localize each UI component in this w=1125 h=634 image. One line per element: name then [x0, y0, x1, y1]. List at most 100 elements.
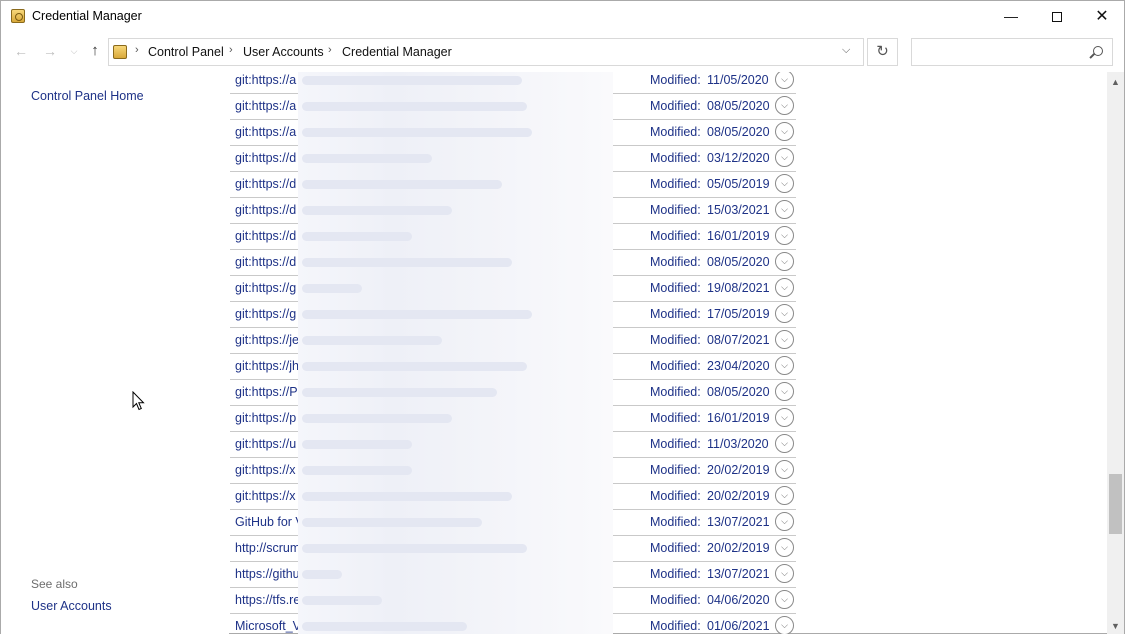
modified-date: 13/07/2021 — [707, 515, 770, 529]
expand-chevron-icon[interactable]: ⌵ — [775, 538, 794, 557]
control-panel-icon — [113, 45, 127, 59]
search-input[interactable] — [911, 38, 1113, 66]
blurred-text — [302, 466, 412, 475]
expand-chevron-icon[interactable]: ⌵ — [775, 564, 794, 583]
credential-name[interactable]: git:https://g — [235, 302, 296, 326]
left-pane: Control Panel Home See also User Account… — [1, 72, 229, 634]
vertical-scrollbar[interactable]: ▲ ▼ — [1107, 72, 1124, 634]
blurred-text — [302, 570, 342, 579]
expand-chevron-icon[interactable]: ⌵ — [775, 460, 794, 479]
credential-name[interactable]: git:https://je — [235, 328, 299, 352]
expand-chevron-icon[interactable]: ⌵ — [775, 148, 794, 167]
credential-name[interactable]: https://githu — [235, 562, 300, 586]
title-bar: Credential Manager — ✕ — [1, 1, 1124, 32]
modified-label: Modified: — [650, 489, 701, 503]
user-accounts-link[interactable]: User Accounts — [31, 599, 112, 613]
breadcrumb-separator-icon[interactable]: › — [328, 44, 332, 56]
expand-chevron-icon[interactable]: ⌵ — [775, 590, 794, 609]
credential-name[interactable]: git:https://d — [235, 146, 296, 170]
control-panel-home-link[interactable]: Control Panel Home — [31, 89, 144, 103]
modified-date: 19/08/2021 — [707, 281, 770, 295]
credential-manager-icon — [11, 9, 25, 23]
credential-name[interactable]: git:https://d — [235, 198, 296, 222]
scroll-up-icon[interactable]: ▲ — [1107, 74, 1124, 91]
blurred-text — [302, 76, 522, 85]
blurred-text — [302, 414, 452, 423]
expand-chevron-icon[interactable]: ⌵ — [775, 200, 794, 219]
expand-chevron-icon[interactable]: ⌵ — [775, 226, 794, 245]
refresh-button[interactable]: ↻ — [867, 38, 898, 66]
expand-chevron-icon[interactable]: ⌵ — [775, 616, 794, 634]
expand-chevron-icon[interactable]: ⌵ — [775, 356, 794, 375]
blurred-text — [302, 310, 532, 319]
modified-label: Modified: — [650, 125, 701, 139]
scrollbar-thumb[interactable] — [1109, 473, 1122, 534]
blurred-text — [302, 622, 467, 631]
modified-label: Modified: — [650, 593, 701, 607]
breadcrumb-user-accounts[interactable]: User Accounts — [243, 45, 324, 59]
expand-chevron-icon[interactable]: ⌵ — [775, 330, 794, 349]
forward-button[interactable]: → — [41, 42, 59, 60]
back-button[interactable]: ← — [12, 42, 30, 60]
breadcrumb-credential-manager[interactable]: Credential Manager — [342, 45, 452, 59]
blurred-text — [302, 102, 527, 111]
credential-name[interactable]: git:https://a — [235, 94, 296, 118]
breadcrumb-control-panel[interactable]: Control Panel — [148, 45, 224, 59]
credential-name[interactable]: git:https://jh — [235, 354, 299, 378]
credential-name[interactable]: git:https://x — [235, 484, 295, 508]
credential-name[interactable]: git:https://d — [235, 250, 296, 274]
credential-name[interactable]: git:https://P — [235, 380, 298, 404]
credential-name[interactable]: git:https://d — [235, 172, 296, 196]
modified-label: Modified: — [650, 437, 701, 451]
address-bar[interactable]: › Control Panel › User Accounts › Creden… — [108, 38, 864, 66]
credential-name[interactable]: git:https://u — [235, 432, 296, 456]
modified-label: Modified: — [650, 463, 701, 477]
expand-chevron-icon[interactable]: ⌵ — [775, 174, 794, 193]
modified-label: Modified: — [650, 281, 701, 295]
modified-date: 08/05/2020 — [707, 99, 770, 113]
modified-date: 17/05/2019 — [707, 307, 770, 321]
expand-chevron-icon[interactable]: ⌵ — [775, 252, 794, 271]
credential-name[interactable]: git:https://a — [235, 72, 296, 92]
modified-date: 05/05/2019 — [707, 177, 770, 191]
breadcrumb-separator-icon[interactable]: › — [229, 44, 233, 56]
blurred-text — [302, 440, 412, 449]
expand-chevron-icon[interactable]: ⌵ — [775, 382, 794, 401]
expand-chevron-icon[interactable]: ⌵ — [775, 122, 794, 141]
modified-label: Modified: — [650, 411, 701, 425]
scroll-down-icon[interactable]: ▼ — [1107, 618, 1124, 634]
credential-name[interactable]: GitHub for V — [235, 510, 304, 534]
close-button[interactable]: ✕ — [1079, 1, 1125, 32]
recent-locations-button[interactable]: ⌵ — [65, 42, 83, 60]
blurred-text — [302, 336, 442, 345]
credential-name[interactable]: git:https://p — [235, 406, 296, 430]
modified-label: Modified: — [650, 73, 701, 87]
breadcrumb-separator-icon[interactable]: › — [135, 44, 139, 56]
expand-chevron-icon[interactable]: ⌵ — [775, 486, 794, 505]
credential-name[interactable]: http://scrum — [235, 536, 300, 560]
modified-date: 20/02/2019 — [707, 463, 770, 477]
maximize-button[interactable] — [1034, 1, 1080, 32]
credential-name[interactable]: git:https://a — [235, 120, 296, 144]
modified-date: 23/04/2020 — [707, 359, 770, 373]
credential-name[interactable]: git:https://g — [235, 276, 296, 300]
blurred-text — [302, 596, 382, 605]
modified-date: 03/12/2020 — [707, 151, 770, 165]
modified-date: 01/06/2021 — [707, 619, 770, 633]
blurred-text — [302, 388, 497, 397]
up-button[interactable]: ↑ — [86, 42, 104, 60]
expand-chevron-icon[interactable]: ⌵ — [775, 434, 794, 453]
credential-name[interactable]: Microsoft_V — [235, 614, 301, 634]
credential-name[interactable]: git:https://d — [235, 224, 296, 248]
search-icon — [1093, 46, 1103, 56]
expand-chevron-icon[interactable]: ⌵ — [775, 96, 794, 115]
expand-chevron-icon[interactable]: ⌵ — [775, 72, 794, 89]
expand-chevron-icon[interactable]: ⌵ — [775, 408, 794, 427]
credential-name[interactable]: https://tfs.re — [235, 588, 300, 612]
address-history-dropdown-icon[interactable]: ⌵ — [842, 44, 850, 57]
minimize-button[interactable]: — — [988, 1, 1034, 32]
expand-chevron-icon[interactable]: ⌵ — [775, 304, 794, 323]
expand-chevron-icon[interactable]: ⌵ — [775, 512, 794, 531]
credential-name[interactable]: git:https://x — [235, 458, 295, 482]
expand-chevron-icon[interactable]: ⌵ — [775, 278, 794, 297]
